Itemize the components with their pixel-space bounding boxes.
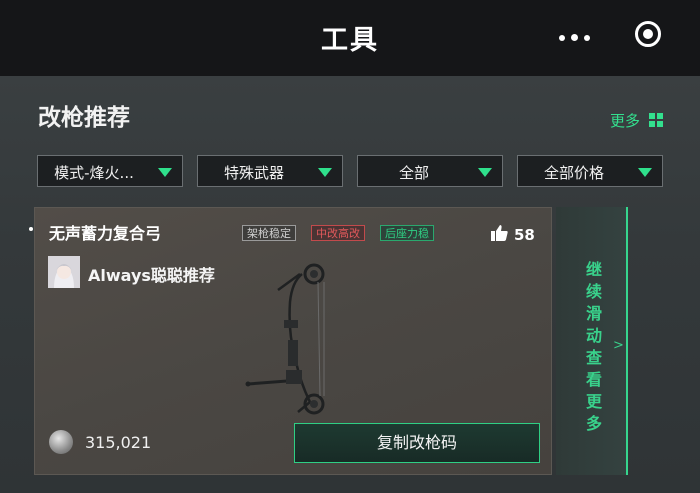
thumbs-up-icon[interactable] bbox=[491, 225, 508, 241]
swipe-hint-text: 继续滑动查看更多 bbox=[586, 260, 603, 433]
filter-price-dropdown[interactable]: 全部价格 bbox=[517, 155, 663, 187]
coin-value: 315,021 bbox=[85, 433, 152, 452]
tag-stable: 架枪稳定 bbox=[242, 225, 296, 241]
author-name[interactable]: Always聪聪推荐 bbox=[88, 262, 215, 286]
compound-bow-image bbox=[245, 263, 325, 415]
tag-mod-level: 中改高改 bbox=[311, 225, 365, 241]
bullet-dot bbox=[29, 227, 33, 231]
tag-recoil: 后座力稳 bbox=[380, 225, 434, 241]
filter-weapon-dropdown[interactable]: 特殊武器 bbox=[197, 155, 343, 187]
dropdown-arrow-icon bbox=[318, 168, 332, 177]
top-bar: 工具 bbox=[0, 0, 700, 76]
chevron-right-icon: > bbox=[613, 338, 624, 353]
dropdown-arrow-icon bbox=[158, 168, 172, 177]
section-title: 改枪推荐 bbox=[38, 105, 130, 131]
swipe-more-panel[interactable]: 继续滑动查看更多 > bbox=[556, 207, 628, 475]
filter-label: 全部价格 bbox=[543, 164, 604, 182]
dropdown-arrow-icon bbox=[638, 168, 652, 177]
dropdown-arrow-icon bbox=[478, 168, 492, 177]
grid-icon[interactable] bbox=[649, 113, 663, 127]
coin-icon bbox=[49, 430, 73, 454]
more-link[interactable]: 更多 bbox=[610, 110, 640, 131]
copy-code-button[interactable]: 复制改枪码 bbox=[294, 423, 540, 463]
filter-label: 模式-烽火... bbox=[54, 164, 134, 182]
weapon-name: 无声蓄力复合弓 bbox=[49, 224, 162, 243]
filter-label: 特殊武器 bbox=[223, 164, 284, 182]
author-avatar[interactable] bbox=[48, 256, 80, 288]
target-circle-icon[interactable] bbox=[635, 21, 661, 47]
filter-category-dropdown[interactable]: 全部 bbox=[357, 155, 503, 187]
more-dots-icon[interactable] bbox=[556, 34, 596, 42]
filter-mode-dropdown[interactable]: 模式-烽火... bbox=[37, 155, 183, 187]
like-count: 58 bbox=[514, 226, 535, 244]
filter-label: 全部 bbox=[398, 164, 429, 182]
